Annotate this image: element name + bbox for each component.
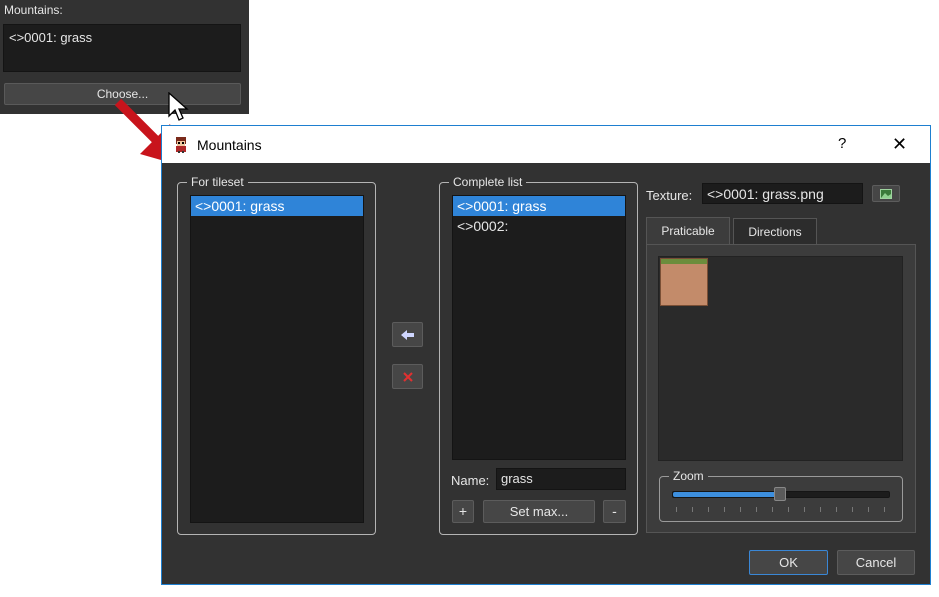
move-left-button[interactable] xyxy=(392,322,423,347)
texture-label: Texture: xyxy=(646,188,693,203)
remove-button[interactable] xyxy=(392,364,423,389)
remove-item-button[interactable]: - xyxy=(603,500,626,523)
complete-list[interactable]: <>0001: grass <>0002: xyxy=(452,195,626,460)
for-tileset-group: For tileset <>0001: grass xyxy=(177,174,376,535)
zoom-tick xyxy=(884,507,885,512)
zoom-tick xyxy=(772,507,773,512)
zoom-slider-fill xyxy=(673,492,779,497)
dialog-title: Mountains xyxy=(197,137,262,153)
zoom-tick xyxy=(788,507,789,512)
zoom-group: Zoom xyxy=(659,468,903,522)
mountains-label: Mountains: xyxy=(4,3,63,17)
tab-praticable[interactable]: Praticable xyxy=(646,217,730,245)
cancel-button[interactable]: Cancel xyxy=(837,550,915,575)
grass-edge xyxy=(661,259,707,264)
dialog-titlebar: Mountains ? ✕ xyxy=(162,126,930,163)
zoom-tick xyxy=(724,507,725,512)
name-label: Name: xyxy=(451,473,490,488)
mouse-cursor-icon xyxy=(168,92,189,121)
choose-texture-button[interactable] xyxy=(872,185,900,202)
add-button[interactable]: + xyxy=(452,500,474,523)
texture-field: <>0001: grass.png xyxy=(702,183,863,204)
complete-list-group: Complete list <>0001: grass <>0002: Name… xyxy=(439,174,638,535)
for-tileset-list[interactable]: <>0001: grass xyxy=(190,195,364,523)
image-picture-icon xyxy=(880,189,892,199)
help-button[interactable]: ? xyxy=(838,135,846,152)
zoom-title: Zoom xyxy=(669,468,708,484)
list-item[interactable]: <>0002: xyxy=(453,216,625,236)
zoom-tick xyxy=(740,507,741,512)
zoom-slider-handle[interactable] xyxy=(774,487,786,501)
for-tileset-title: For tileset xyxy=(187,174,248,190)
zoom-tick xyxy=(676,507,677,512)
close-button[interactable]: ✕ xyxy=(892,134,907,155)
mountains-value-box: <>0001: grass xyxy=(3,24,241,72)
left-arrow-icon xyxy=(400,330,414,340)
zoom-tick xyxy=(820,507,821,512)
zoom-tick xyxy=(708,507,709,512)
zoom-tick xyxy=(804,507,805,512)
tileset-preview[interactable] xyxy=(658,256,903,461)
app-character-icon xyxy=(176,137,186,153)
zoom-tick xyxy=(836,507,837,512)
praticable-pane: Zoom xyxy=(646,244,916,533)
complete-list-title: Complete list xyxy=(449,174,527,190)
zoom-tick xyxy=(868,507,869,512)
list-item[interactable]: <>0001: grass xyxy=(191,196,363,216)
name-field[interactable]: grass xyxy=(496,468,626,490)
list-item[interactable]: <>0001: grass xyxy=(453,196,625,216)
zoom-tick xyxy=(852,507,853,512)
ok-button[interactable]: OK xyxy=(749,550,828,575)
remove-x-icon xyxy=(402,372,413,382)
zoom-tick xyxy=(756,507,757,512)
mountains-dialog: Mountains ? ✕ For tileset <>0001: grass … xyxy=(161,125,931,585)
grass-tile-image[interactable] xyxy=(660,258,708,306)
zoom-tick xyxy=(692,507,693,512)
set-max-button[interactable]: Set max... xyxy=(483,500,595,523)
tab-directions[interactable]: Directions xyxy=(733,218,817,246)
